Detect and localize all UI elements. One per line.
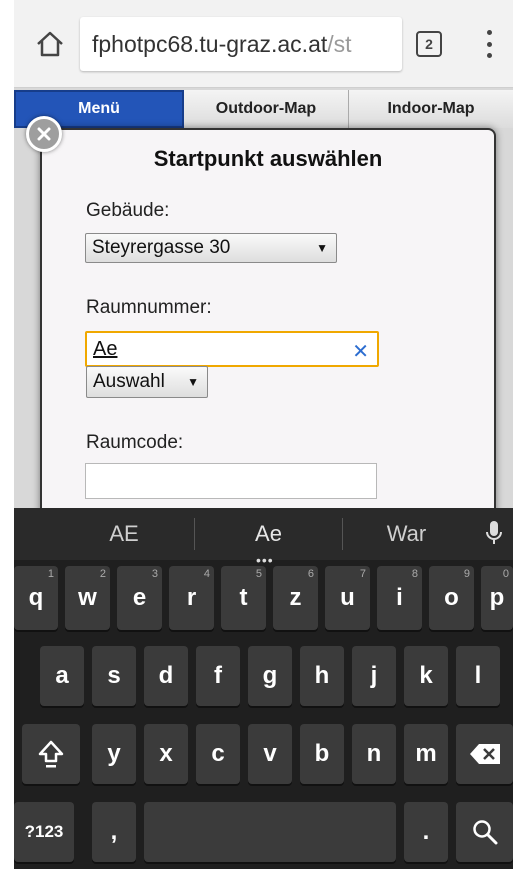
key-w[interactable]: w2	[65, 566, 110, 630]
room-code-label: Raumcode:	[86, 432, 184, 453]
key-c[interactable]: c	[196, 724, 240, 784]
dropdown-arrow-icon: ▼	[316, 241, 328, 255]
overflow-menu-button[interactable]	[474, 26, 504, 62]
home-button[interactable]	[28, 22, 72, 66]
search-icon	[472, 820, 497, 845]
backspace-key[interactable]	[456, 724, 513, 784]
key-a[interactable]: a	[40, 646, 84, 706]
key-k[interactable]: k	[404, 646, 448, 706]
key-f[interactable]: f	[196, 646, 240, 706]
room-number-value: Ae	[93, 337, 118, 360]
home-icon	[37, 31, 63, 57]
key-q[interactable]: q1	[14, 566, 58, 630]
key-i[interactable]: i8	[377, 566, 422, 630]
page-nav: Menü Outdoor-Map Indoor-Map	[14, 90, 513, 128]
shift-key[interactable]	[22, 724, 80, 784]
soft-keyboard: AE Ae ••• War q1 w2 e3 r4 t5 z6 u7 i8 o9…	[14, 508, 513, 869]
close-button[interactable]	[26, 116, 62, 152]
period-key[interactable]: .	[404, 802, 448, 862]
building-label: Gebäude:	[86, 200, 170, 221]
key-n[interactable]: n	[352, 724, 396, 784]
key-o[interactable]: o9	[429, 566, 474, 630]
key-l[interactable]: l	[456, 646, 500, 706]
close-icon	[37, 127, 51, 141]
key-u[interactable]: u7	[325, 566, 370, 630]
key-z[interactable]: z6	[273, 566, 318, 630]
key-b[interactable]: b	[300, 724, 344, 784]
key-x[interactable]: x	[144, 724, 188, 784]
suggestion-1[interactable]: AE	[54, 508, 194, 560]
search-key[interactable]	[456, 802, 513, 862]
key-s[interactable]: s	[92, 646, 136, 706]
url-host: fphotpc68.tu-graz.ac.at	[92, 30, 328, 57]
microphone-icon	[486, 521, 502, 544]
key-p[interactable]: p0	[481, 566, 513, 630]
room-selection-dropdown[interactable]: Auswahl ▼	[86, 366, 208, 398]
start-point-dialog	[40, 128, 496, 520]
symbols-key[interactable]: ?123	[14, 802, 74, 862]
suggestion-3[interactable]: War	[344, 508, 469, 560]
dropdown-arrow-icon: ▼	[187, 375, 199, 389]
address-bar[interactable]: fphotpc68.tu-graz.ac.at/st	[80, 17, 402, 71]
key-m[interactable]: m	[404, 724, 448, 784]
building-select[interactable]: Steyrergasse 30 ▼	[85, 233, 337, 263]
clear-input-icon[interactable]: ✕	[352, 339, 369, 364]
suggestion-strip: AE Ae ••• War	[14, 508, 513, 568]
key-t[interactable]: t5	[221, 566, 266, 630]
room-code-input[interactable]	[85, 463, 377, 499]
space-key[interactable]	[144, 802, 396, 862]
shift-icon	[38, 740, 64, 768]
key-r[interactable]: r4	[169, 566, 214, 630]
key-v[interactable]: v	[248, 724, 292, 784]
room-number-input[interactable]: Ae ✕	[85, 331, 379, 367]
key-g[interactable]: g	[248, 646, 292, 706]
tab-indoor-map[interactable]: Indoor-Map	[349, 90, 513, 128]
url-path: /st	[327, 30, 352, 57]
building-select-value: Steyrergasse 30	[92, 237, 231, 258]
room-selection-label: Auswahl	[93, 371, 165, 392]
comma-key[interactable]: ,	[92, 802, 136, 862]
key-d[interactable]: d	[144, 646, 188, 706]
room-number-label: Raumnummer:	[86, 297, 212, 318]
key-j[interactable]: j	[352, 646, 396, 706]
dialog-title: Startpunkt auswählen	[153, 146, 383, 171]
browser-toolbar: fphotpc68.tu-graz.ac.at/st 2	[14, 0, 513, 88]
backspace-icon	[469, 744, 500, 764]
key-e[interactable]: e3	[117, 566, 162, 630]
key-h[interactable]: h	[300, 646, 344, 706]
voice-input-button[interactable]	[484, 520, 504, 553]
key-y[interactable]: y	[92, 724, 136, 784]
tab-outdoor-map[interactable]: Outdoor-Map	[184, 90, 349, 128]
tab-switcher-button[interactable]: 2	[416, 31, 442, 57]
